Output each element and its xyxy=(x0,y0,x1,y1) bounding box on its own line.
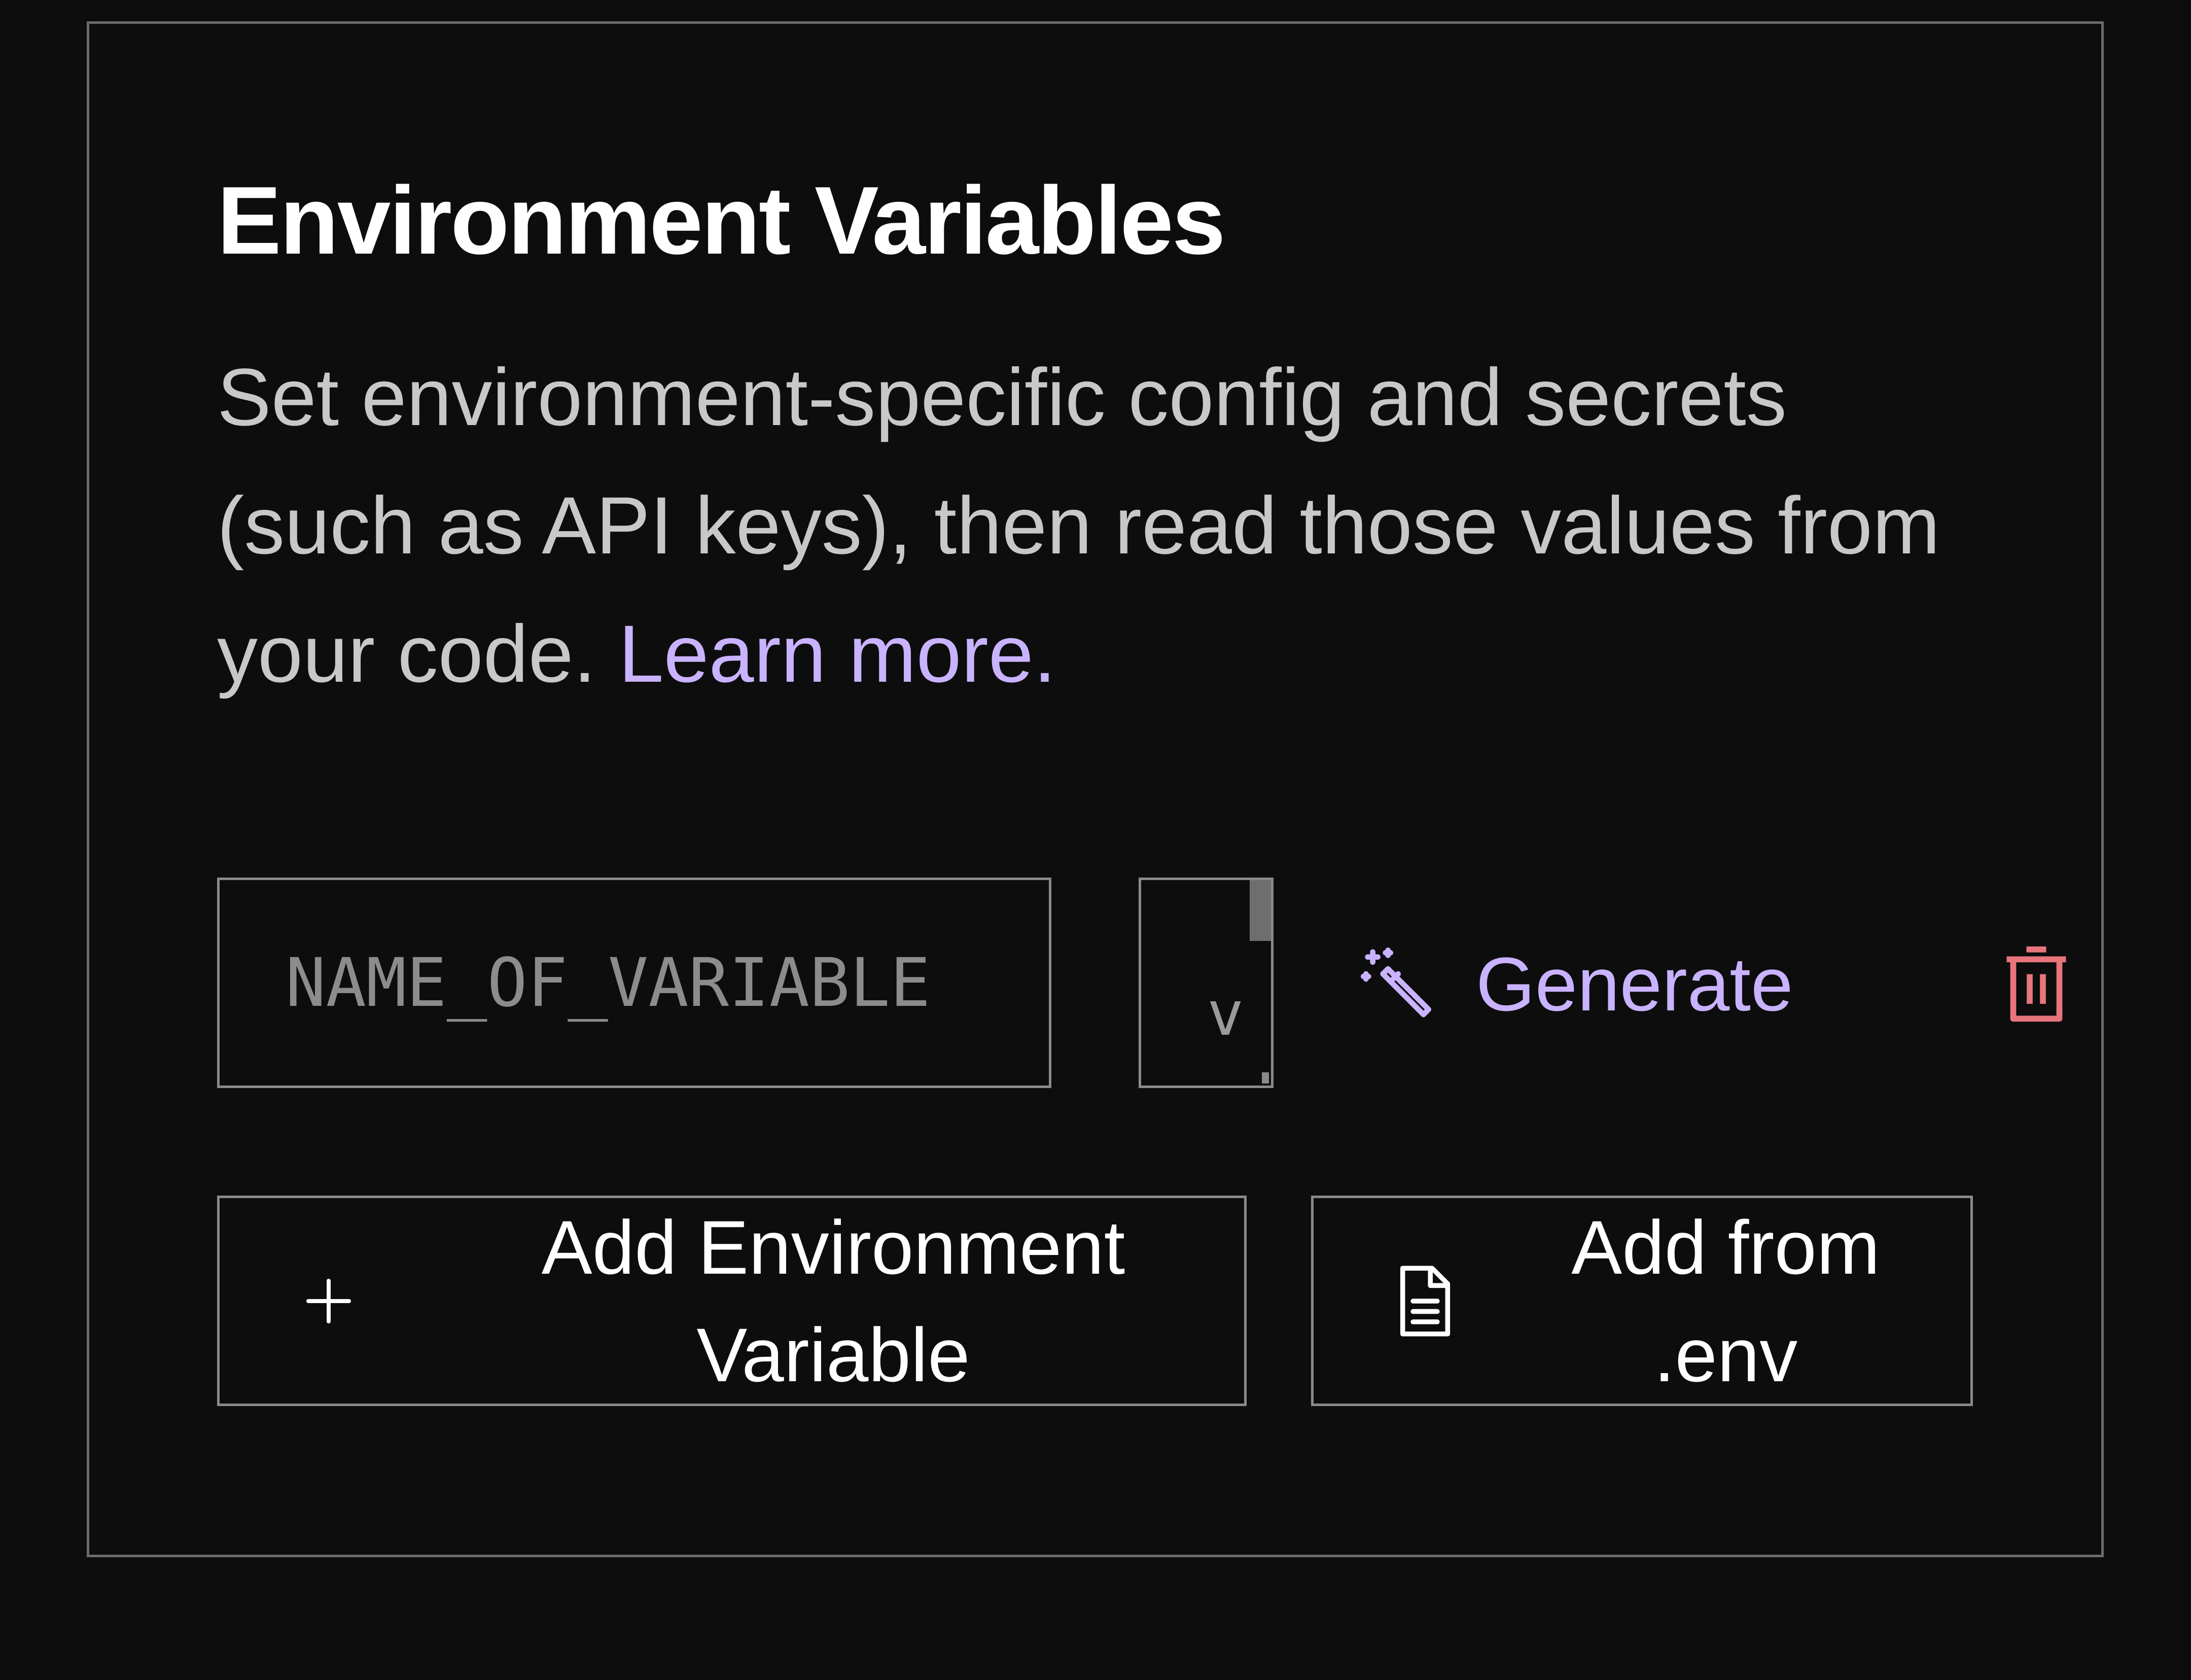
learn-more-link[interactable]: Learn more. xyxy=(619,608,1056,699)
generate-button[interactable]: Generate xyxy=(1359,938,1793,1030)
magic-wand-icon xyxy=(1361,948,1431,1018)
variable-name-input[interactable] xyxy=(217,878,1051,1088)
file-icon xyxy=(1400,1265,1451,1337)
resize-handle[interactable] xyxy=(1262,1072,1269,1083)
generate-label: Generate xyxy=(1476,941,1793,1027)
section-description: Set environment-specific config and secr… xyxy=(217,333,2002,718)
description-text: Set environment-specific config and secr… xyxy=(217,352,1940,699)
variable-value-placeholder: value xyxy=(1207,979,1244,1049)
add-from-env-button[interactable]: Add from .env xyxy=(1311,1196,1973,1406)
add-environment-variable-button[interactable]: Add Environment Variable xyxy=(217,1196,1247,1406)
add-environment-variable-label: Add Environment Variable xyxy=(541,1204,1125,1397)
add-from-env-label: Add from .env xyxy=(1571,1204,1880,1397)
section-title: Environment Variables xyxy=(217,167,1226,274)
value-scrollbar[interactable] xyxy=(1250,880,1271,941)
plus-icon xyxy=(306,1278,351,1323)
variable-value-input[interactable]: value xyxy=(1139,878,1274,1088)
trash-icon[interactable] xyxy=(2003,943,2069,1025)
